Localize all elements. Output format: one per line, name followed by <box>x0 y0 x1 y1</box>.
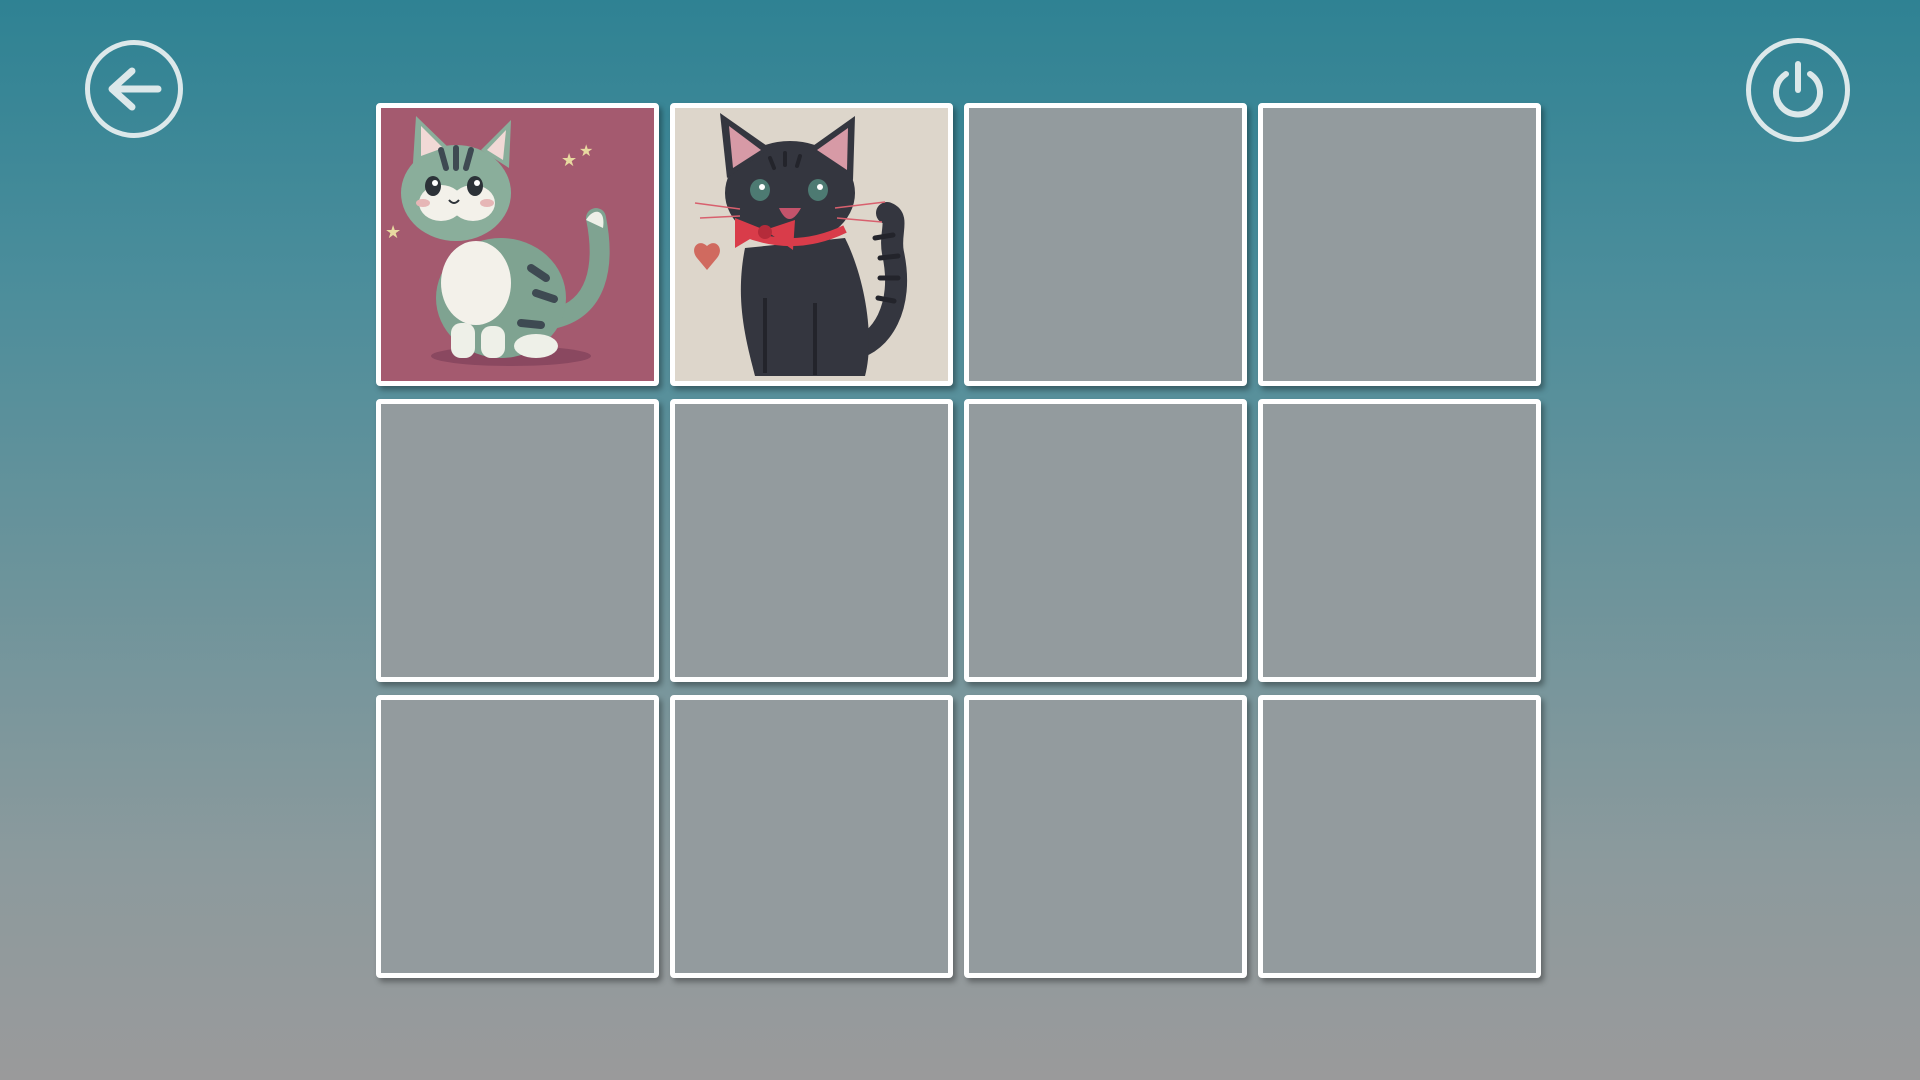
memory-card-face-up[interactable] <box>670 103 953 386</box>
memory-card-face-down[interactable] <box>1258 399 1541 682</box>
power-icon <box>1773 61 1823 118</box>
memory-card-grid: ★ ★ ★ <box>376 103 1541 978</box>
memory-card-face-down[interactable] <box>1258 103 1541 386</box>
game-screen: ★ ★ ★ <box>0 0 1920 1080</box>
svg-text:★: ★ <box>579 141 593 160</box>
memory-card-face-down[interactable] <box>964 695 1247 978</box>
memory-card-face-down[interactable] <box>376 695 659 978</box>
memory-card-face-down[interactable] <box>376 399 659 682</box>
black-cat-red-bow-image <box>675 108 948 381</box>
back-button[interactable] <box>85 40 183 138</box>
svg-text:★: ★ <box>561 150 577 171</box>
memory-card-face-down[interactable] <box>670 399 953 682</box>
arrow-left-icon <box>108 67 162 111</box>
green-tabby-kitten-image: ★ ★ ★ <box>381 108 654 381</box>
memory-card-face-up[interactable]: ★ ★ ★ <box>376 103 659 386</box>
memory-card-face-down[interactable] <box>670 695 953 978</box>
memory-card-face-down[interactable] <box>1258 695 1541 978</box>
memory-card-face-down[interactable] <box>964 399 1247 682</box>
memory-card-face-down[interactable] <box>964 103 1247 386</box>
svg-text:★: ★ <box>385 222 401 243</box>
power-button[interactable] <box>1746 38 1850 142</box>
